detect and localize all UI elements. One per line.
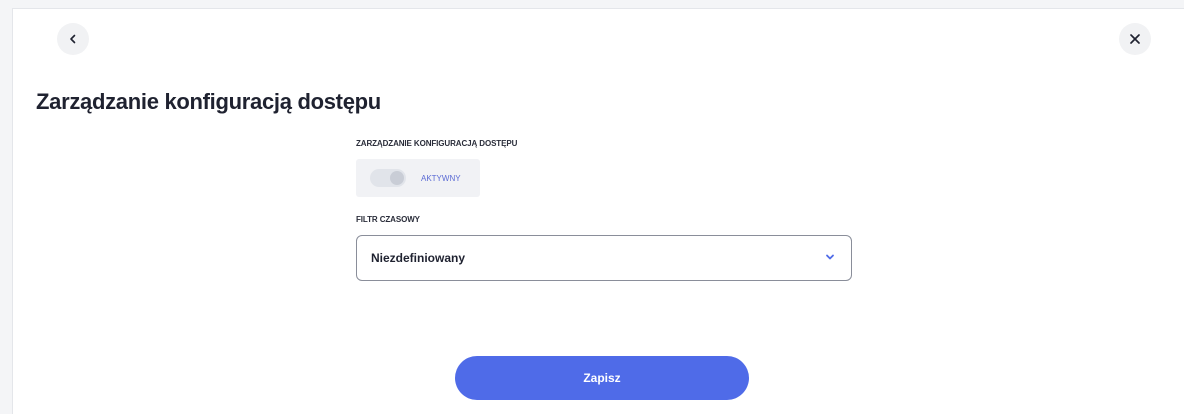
time-filter-label: FILTR CZASOWY (356, 215, 420, 224)
access-config-form: ZARZĄDZANIE KONFIGURACJĄ DOSTĘPU AKTYWNY… (356, 139, 852, 281)
close-icon (1129, 33, 1141, 45)
page-title: Zarządzanie konfiguracją dostępu (36, 89, 381, 114)
toggle-track[interactable] (370, 169, 406, 187)
chevron-left-icon (68, 34, 78, 44)
access-config-toggle[interactable]: AKTYWNY (356, 159, 480, 197)
time-filter-select[interactable]: Niezdefiniowany (356, 235, 852, 281)
close-button[interactable] (1119, 23, 1151, 55)
chevron-down-icon (825, 249, 835, 267)
dialog-panel: Zarządzanie konfiguracją dostępu ZARZĄDZ… (12, 8, 1184, 414)
toggle-status-text: AKTYWNY (421, 173, 461, 183)
access-config-label: ZARZĄDZANIE KONFIGURACJĄ DOSTĘPU (356, 139, 518, 148)
save-button[interactable]: Zapisz (455, 356, 749, 400)
toggle-knob (390, 171, 404, 185)
back-button[interactable] (57, 23, 89, 55)
time-filter-value: Niezdefiniowany (371, 251, 466, 265)
